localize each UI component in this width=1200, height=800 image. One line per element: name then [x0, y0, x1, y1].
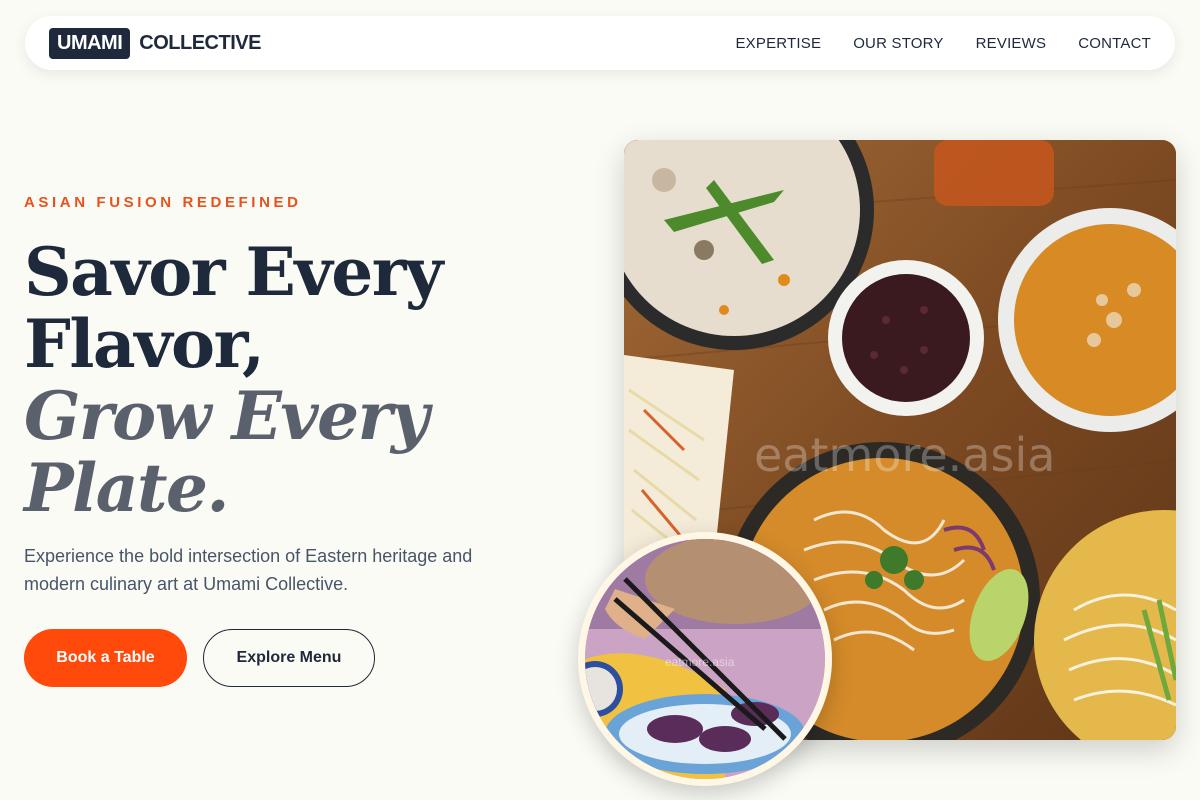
headline-italic-line-2: Plate.: [24, 449, 229, 527]
brand-logo[interactable]: UMAMI COLLECTIVE: [49, 27, 261, 59]
inset-photo-inner: eatmore.asia: [585, 539, 825, 779]
nav-link-contact[interactable]: CONTACT: [1078, 35, 1151, 52]
top-navbar: UMAMI COLLECTIVE EXPERTISE OUR STORY REV…: [25, 16, 1175, 70]
hero-headline: Savor Every Flavor, Grow Every Plate.: [24, 236, 504, 524]
brand-badge: UMAMI: [49, 27, 131, 59]
headline-line-2: Flavor,: [24, 305, 265, 383]
nav-link-reviews[interactable]: REVIEWS: [976, 35, 1047, 52]
headline-italic-line-1: Grow Every: [24, 377, 429, 455]
nav-menu: EXPERTISE OUR STORY REVIEWS CONTACT: [735, 35, 1151, 52]
book-table-button[interactable]: Book a Table: [24, 629, 187, 687]
headline-line-1: Savor Every: [24, 233, 443, 311]
hero-eyebrow: ASIAN FUSION REDEFINED: [24, 194, 302, 211]
hero-description: Experience the bold intersection of East…: [24, 546, 473, 594]
brand-name: COLLECTIVE: [139, 31, 261, 54]
nav-link-our-story[interactable]: OUR STORY: [853, 35, 943, 52]
inset-chopsticks-photo: eatmore.asia: [578, 532, 832, 786]
photo-watermark: eatmore.asia: [754, 428, 1056, 482]
explore-menu-button[interactable]: Explore Menu: [203, 629, 375, 687]
inset-watermark: eatmore.asia: [665, 655, 735, 669]
nav-link-expertise[interactable]: EXPERTISE: [735, 35, 821, 52]
